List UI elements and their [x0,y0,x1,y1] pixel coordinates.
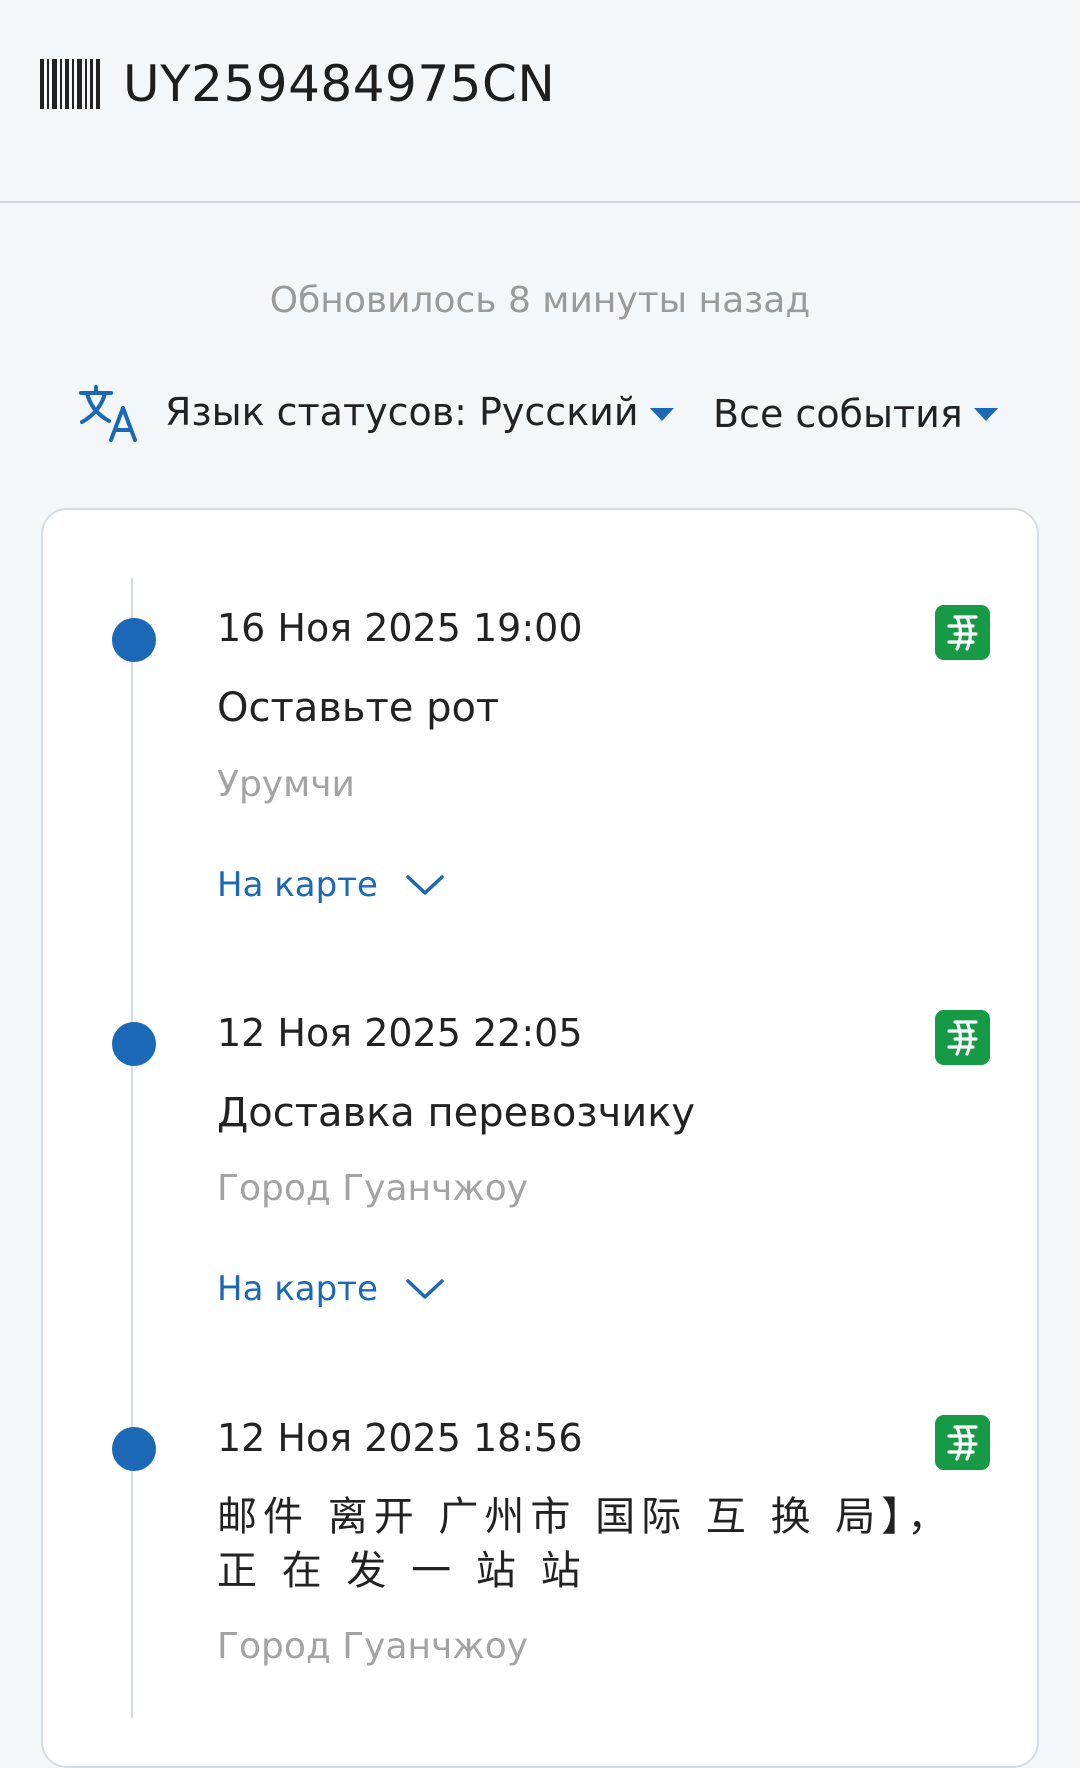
event-date: 12 Ноя 2025 18:56 [217,1416,583,1460]
caret-down-icon[interactable] [650,408,674,422]
event-date: 12 Ноя 2025 22:05 [217,1011,583,1055]
tracking-header: UY259484975CN [0,0,1080,203]
timeline-line [131,578,133,1718]
timeline-dot [112,1022,156,1066]
event-date: 16 Ноя 2025 19:00 [217,606,583,650]
barcode-icon [40,59,100,109]
event-location: Урумчи [217,764,355,805]
show-on-map-link[interactable]: На карте [217,1264,444,1314]
event-location: Город Гуанчжоу [217,1626,529,1667]
translate-icon [79,385,137,442]
china-post-logo [935,605,990,660]
event-status: Доставка перевозчику [217,1090,696,1136]
show-on-map-label: На карте [217,865,378,905]
china-post-logo [935,1010,990,1065]
status-language-dropdown[interactable]: Язык статусов: Русский [165,386,639,438]
timeline-dot [112,618,156,662]
tracking-number: UY259484975CN [123,55,556,113]
timeline-dot [112,1427,156,1471]
last-updated-text: Обновилось 8 минуты назад [269,280,811,321]
chevron-down-icon [406,875,444,895]
show-on-map-label: На карте [217,1269,378,1309]
caret-down-icon[interactable] [974,408,998,422]
chevron-down-icon [406,1279,444,1299]
filters-bar: Язык статусов: Русский Все события [0,378,1080,448]
event-status: Оставьте рот [217,685,500,731]
show-on-map-link[interactable]: На карте [217,860,444,910]
events-filter-dropdown[interactable]: Все события [713,388,963,440]
event-location: Город Гуанчжоу [217,1168,529,1209]
china-post-logo [935,1415,990,1470]
event-status: 邮件 离开 广州市 国际 互 换 局】， 正 在 发 一 站 站 [217,1494,954,1594]
